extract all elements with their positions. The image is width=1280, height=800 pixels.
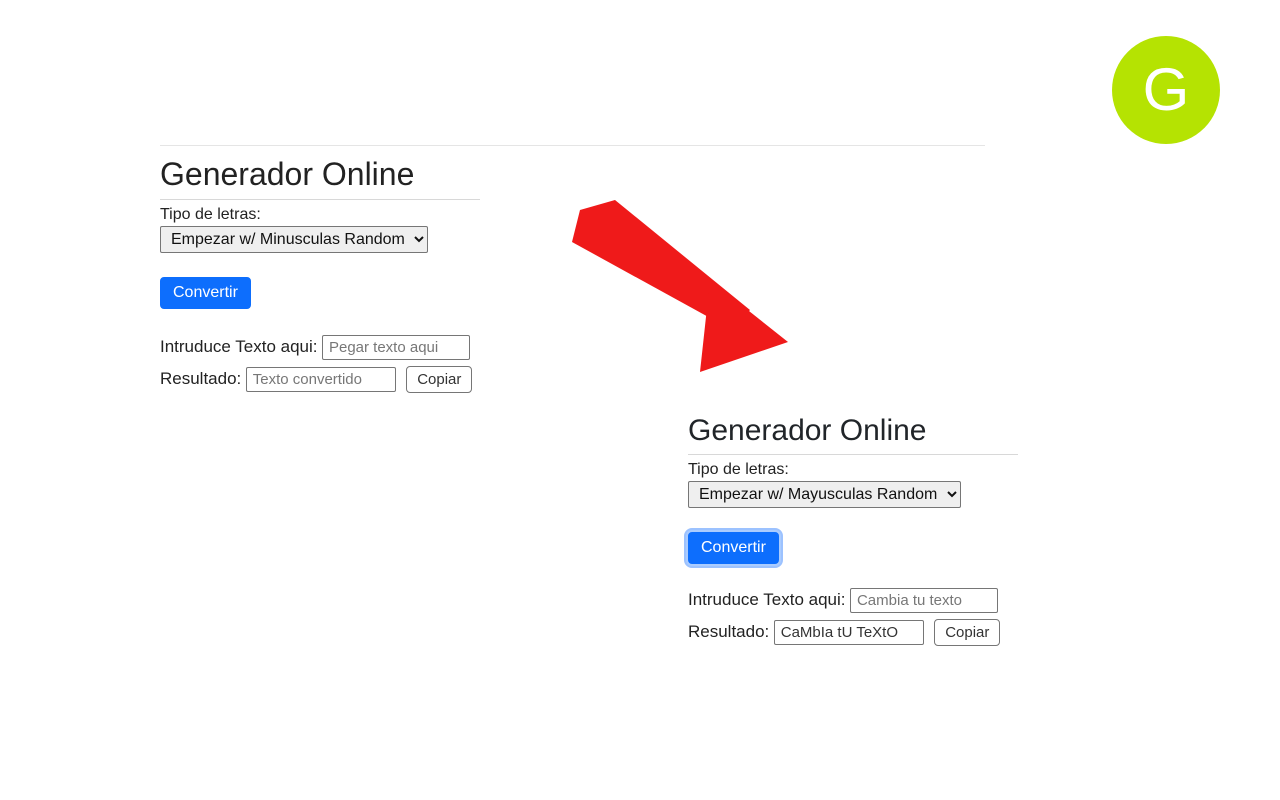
result-label: Resultado: (160, 369, 241, 388)
avatar: G (1112, 36, 1220, 144)
letter-type-select[interactable]: Empezar w/ Minusculas Random (160, 226, 428, 253)
result-text-input[interactable] (246, 367, 396, 392)
result-text-input[interactable] (774, 620, 924, 645)
result-row: Resultado: Copiar (160, 366, 480, 393)
divider (160, 199, 480, 200)
result-row: Resultado: Copiar (688, 619, 1092, 646)
generator-panel-before: Generador Online Tipo de letras: Empezar… (160, 145, 985, 393)
type-label: Tipo de letras: (688, 461, 1092, 479)
result-label: Resultado: (688, 622, 769, 641)
source-text-input[interactable] (322, 335, 470, 360)
input-row: Intruduce Texto aqui: (160, 335, 480, 360)
page-title: Generador Online (688, 414, 1092, 448)
avatar-initial: G (1143, 56, 1190, 123)
divider (688, 454, 1018, 455)
copy-button[interactable]: Copiar (934, 619, 1000, 646)
page-title: Generador Online (160, 156, 480, 193)
copy-button[interactable]: Copiar (406, 366, 472, 393)
type-label: Tipo de letras: (160, 206, 480, 224)
source-text-input[interactable] (850, 588, 998, 613)
input-label: Intruduce Texto aqui: (160, 337, 318, 356)
convert-button[interactable]: Convertir (688, 532, 779, 564)
input-label: Intruduce Texto aqui: (688, 590, 846, 609)
generator-panel-after: Generador Online Tipo de letras: Empezar… (670, 400, 1110, 676)
convert-button[interactable]: Convertir (160, 277, 251, 309)
letter-type-select[interactable]: Empezar w/ Mayusculas Random (688, 481, 961, 508)
input-row: Intruduce Texto aqui: (688, 588, 1092, 613)
